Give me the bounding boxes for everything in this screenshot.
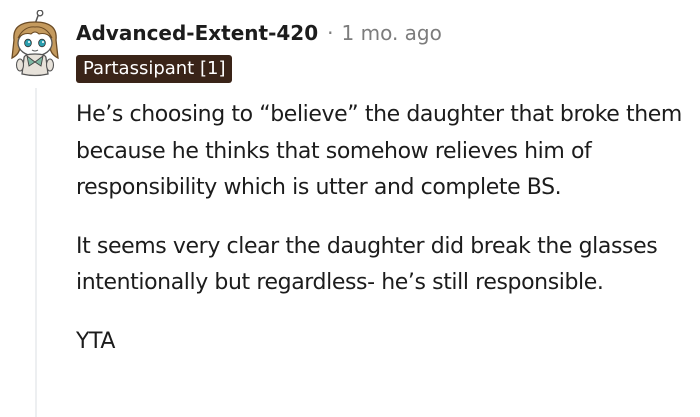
separator-dot: ·	[327, 21, 334, 45]
comment-paragraph-2: It seems very clear the daughter did bre…	[76, 233, 658, 296]
user-flair: Partassipant [1]	[76, 55, 233, 83]
timestamp-link[interactable]: 1 mo. ago	[342, 21, 442, 45]
comment-paragraph-3: YTA	[76, 328, 116, 354]
comment: Advanced-Extent-420 · 1 mo. ago Partassi…	[0, 0, 700, 417]
comment-paragraph-1: He’s choosing to “believe” the daughter …	[76, 102, 682, 200]
comment-header: Advanced-Extent-420 · 1 mo. ago	[76, 18, 442, 48]
thread-line[interactable]	[35, 88, 37, 417]
snoo-avatar-icon[interactable]	[6, 9, 64, 78]
username-link[interactable]: Advanced-Extent-420	[76, 21, 318, 45]
comment-body: He’s choosing to “believe” the daughter …	[76, 97, 696, 382]
